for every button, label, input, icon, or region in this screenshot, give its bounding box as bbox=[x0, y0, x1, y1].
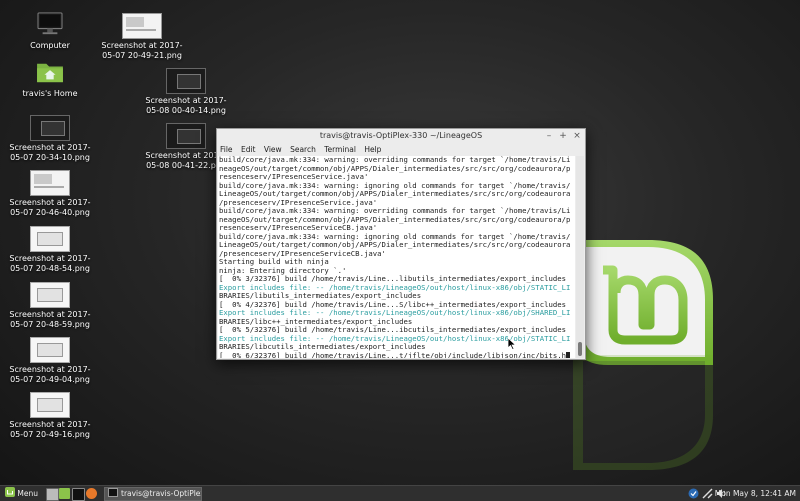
desktop-icon-label: Screenshot at 2017-05-07 20-49-21.png bbox=[101, 41, 183, 60]
update-manager-icon[interactable] bbox=[688, 488, 699, 499]
scrollbar-thumb[interactable] bbox=[578, 342, 582, 356]
desktop-icon-label: Screenshot at 2017-05-07 20-34-10.png bbox=[9, 143, 91, 162]
terminal-output[interactable]: build/core/java.mk:334: warning: overrid… bbox=[218, 156, 575, 358]
desktop-icon-screenshot[interactable]: Screenshot at 2017-05-07 20-49-16.png bbox=[5, 392, 95, 440]
image-file-icon bbox=[166, 68, 206, 94]
image-file-icon bbox=[30, 282, 70, 308]
image-file-icon bbox=[30, 392, 70, 418]
desktop-icon-label: Screenshot at 2017-05-08 00-40-14.png bbox=[145, 96, 227, 115]
network-icon[interactable] bbox=[702, 488, 713, 499]
text-cursor bbox=[566, 351, 571, 358]
desktop-icon-computer[interactable]: Computer bbox=[5, 12, 95, 51]
clock[interactable]: Mon May 8, 12:41 AM bbox=[715, 486, 796, 501]
terminal-window[interactable]: travis@travis-OptiPlex-330 ~/LineageOS –… bbox=[216, 128, 586, 360]
desktop-icon-screenshot[interactable]: Screenshot at 2017-05-07 20-34-10.png bbox=[5, 115, 95, 163]
title-bar[interactable]: travis@travis-OptiPlex-330 ~/LineageOS –… bbox=[217, 129, 585, 143]
menu-view[interactable]: View bbox=[264, 143, 282, 156]
menu-search[interactable]: Search bbox=[290, 143, 316, 156]
taskbar: Menu travis@travis-OptiPlex... Mon May 8… bbox=[0, 485, 800, 501]
terminal-lines: build/core/java.mk:334: warning: overrid… bbox=[218, 156, 575, 358]
desktop-icon-screenshot[interactable]: Screenshot at 2017-05-07 20-46-40.png bbox=[5, 170, 95, 218]
desktop-icon-screenshot[interactable]: Screenshot at 2017-05-07 20-48-59.png bbox=[5, 282, 95, 330]
image-file-icon bbox=[122, 13, 162, 39]
menu-button[interactable]: Menu bbox=[2, 487, 41, 500]
desktop-icon-label: Screenshot at 2017-05-07 20-48-54.png bbox=[9, 254, 91, 273]
minimize-icon[interactable]: – bbox=[543, 130, 555, 142]
image-file-icon bbox=[30, 115, 70, 141]
image-file-icon bbox=[30, 226, 70, 252]
menu-bar: File Edit View Search Terminal Help bbox=[217, 143, 585, 156]
taskbar-window-terminal[interactable]: travis@travis-OptiPlex... bbox=[104, 487, 202, 501]
maximize-icon[interactable]: + bbox=[557, 130, 569, 142]
desktop-icon-screenshot[interactable]: Screenshot at 2017-05-07 20-49-21.png bbox=[97, 13, 187, 61]
mint-menu-icon bbox=[5, 487, 15, 497]
desktop-icon-home[interactable]: travis's Home bbox=[5, 60, 95, 99]
desktop-icon-label: Screenshot at 2017-05-07 20-49-16.png bbox=[9, 420, 91, 439]
terminal-launcher-icon[interactable] bbox=[72, 488, 85, 501]
menu-terminal[interactable]: Terminal bbox=[324, 143, 356, 156]
close-icon[interactable]: × bbox=[571, 130, 583, 142]
desktop-icon-screenshot[interactable]: Screenshot at 2017-05-07 20-49-04.png bbox=[5, 337, 95, 385]
desktop-icon-label: travis's Home bbox=[22, 89, 78, 98]
image-file-icon bbox=[30, 337, 70, 363]
terminal-icon bbox=[108, 488, 118, 497]
linux-mint-logo-reflection bbox=[573, 355, 713, 470]
taskbar-window-label: travis@travis-OptiPlex... bbox=[121, 489, 201, 498]
desktop-icon-screenshot[interactable]: Screenshot at 2017-05-08 00-40-14.png bbox=[141, 68, 231, 116]
files-icon[interactable] bbox=[59, 488, 70, 499]
image-file-icon bbox=[166, 123, 206, 149]
firefox-icon[interactable] bbox=[86, 488, 97, 499]
desktop-icon-label: Screenshot at 2017-05-07 20-48-59.png bbox=[9, 310, 91, 329]
desktop-icon-screenshot[interactable]: Screenshot at 2017-05-07 20-48-54.png bbox=[5, 226, 95, 274]
mouse-pointer-icon bbox=[508, 338, 516, 350]
menu-edit[interactable]: Edit bbox=[241, 143, 256, 156]
home-folder-icon bbox=[37, 63, 63, 83]
scrollbar[interactable] bbox=[576, 156, 584, 358]
menu-label: Menu bbox=[17, 489, 38, 498]
desktop-icon-label: Screenshot at 2017-05-07 20-46-40.png bbox=[9, 198, 91, 217]
menu-file[interactable]: File bbox=[220, 143, 233, 156]
image-file-icon bbox=[30, 170, 70, 196]
desktop-icon-label: Computer bbox=[30, 41, 70, 50]
window-title: travis@travis-OptiPlex-330 ~/LineageOS bbox=[319, 131, 483, 140]
terminal-line: [ 0% 6/32376] build /home/travis/Line...… bbox=[219, 351, 575, 358]
show-desktop-icon[interactable] bbox=[46, 488, 59, 501]
desktop-icon-label: Screenshot at 2017-05-07 20-49-04.png bbox=[9, 365, 91, 384]
computer-icon bbox=[37, 12, 63, 35]
menu-help[interactable]: Help bbox=[364, 143, 381, 156]
